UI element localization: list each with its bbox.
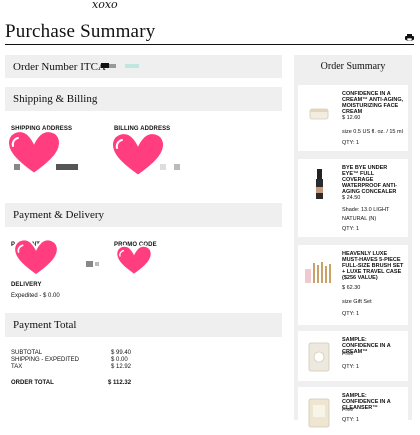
order-number-redacted bbox=[101, 63, 109, 68]
product-thumbnail bbox=[308, 342, 330, 372]
product-price: Free bbox=[342, 351, 354, 357]
order-total-value: $ 112.32 bbox=[108, 380, 132, 386]
product-size: size 0.5 US fl. oz. / 15 ml bbox=[342, 129, 403, 135]
order-item[interactable]: BYE BYE UNDER EYE™ FULL COVERAGE WATERPR… bbox=[298, 159, 408, 237]
order-summary-panel: Order Summary CONFIDENCE IN A CREAM™ ANT… bbox=[294, 55, 412, 428]
product-qty: QTY: 1 bbox=[342, 226, 360, 232]
address-redacted bbox=[56, 164, 78, 170]
product-qty: QTY: 1 bbox=[342, 311, 360, 317]
page-title: Purchase Summary bbox=[5, 21, 156, 42]
product-shade-cont: NATURAL (N) bbox=[342, 216, 377, 222]
order-item[interactable]: SAMPLE: CONFIDENCE IN A CLEANSER™ Free Q… bbox=[298, 387, 408, 428]
product-thumbnail bbox=[305, 262, 331, 283]
tax-label: TAX bbox=[11, 364, 23, 370]
order-number-redacted bbox=[125, 64, 139, 68]
product-shade: Shade: 13.0 LIGHT bbox=[342, 207, 390, 213]
product-qty: QTY: 1 bbox=[342, 140, 360, 146]
subtotal-label: SUBTOTAL bbox=[11, 350, 43, 356]
title-divider bbox=[5, 44, 414, 45]
product-thumbnail bbox=[308, 398, 330, 428]
payment-redacted bbox=[86, 261, 93, 267]
payment-delivery-title: Payment & Delivery bbox=[13, 209, 105, 221]
shipping-billing-title: Shipping & Billing bbox=[13, 93, 98, 105]
brand-logo[interactable]: xoxo bbox=[92, 0, 118, 11]
product-price: $ 12.60 bbox=[342, 115, 361, 121]
heart-sticker-icon bbox=[13, 238, 59, 277]
product-qty: QTY: 1 bbox=[342, 417, 360, 423]
shipping-cost-label: SHIPPING - EXPEDITED bbox=[11, 357, 80, 363]
order-summary-title: Order Summary bbox=[320, 61, 386, 72]
product-name[interactable]: CONFIDENCE IN A CREAM™ ANTI-AGING, MOIST… bbox=[342, 91, 404, 115]
order-item[interactable]: SAMPLE: CONFIDENCE IN A CREAM™ Free QTY:… bbox=[298, 331, 408, 381]
product-name[interactable]: HEAVENLY LUXE MUST-HAVES 5-PIECE FULL-SI… bbox=[342, 251, 404, 281]
product-name[interactable]: BYE BYE UNDER EYE™ FULL COVERAGE WATERPR… bbox=[342, 165, 404, 195]
heart-sticker-icon bbox=[6, 129, 62, 176]
product-price: $ 62.30 bbox=[342, 285, 361, 291]
subtotal-value: $ 99.40 bbox=[111, 350, 132, 356]
payment-total-title: Payment Total bbox=[13, 319, 77, 331]
delivery-label: DELIVERY bbox=[11, 282, 42, 288]
product-price: Free bbox=[342, 407, 354, 413]
product-size: size Gift Set bbox=[342, 299, 372, 305]
shipping-billing-header: Shipping & Billing bbox=[5, 87, 282, 111]
product-thumbnail bbox=[309, 108, 329, 120]
tax-value: $ 12.92 bbox=[111, 364, 132, 370]
delivery-value: Expedited - $ 0.00 bbox=[11, 293, 60, 299]
heart-sticker-icon bbox=[110, 131, 166, 178]
product-thumbnail bbox=[316, 169, 323, 199]
payment-delivery-header: Payment & Delivery bbox=[5, 203, 282, 227]
product-qty: QTY: 1 bbox=[342, 364, 360, 370]
heart-sticker-icon bbox=[115, 245, 153, 276]
order-number-bar: Order Number ITCA bbox=[5, 55, 282, 78]
payment-total-header: Payment Total bbox=[5, 313, 282, 337]
printer-icon[interactable] bbox=[405, 28, 414, 42]
address-redacted bbox=[14, 164, 20, 170]
order-total-label: ORDER TOTAL bbox=[11, 380, 54, 386]
payment-redacted bbox=[95, 262, 99, 266]
order-number-redacted bbox=[109, 64, 116, 68]
order-number-label: Order Number ITCA bbox=[13, 60, 106, 73]
shipping-cost-value: $ 0.00 bbox=[111, 357, 128, 363]
address-redacted bbox=[174, 164, 180, 170]
product-price: $ 24.50 bbox=[342, 195, 361, 201]
order-item[interactable]: HEAVENLY LUXE MUST-HAVES 5-PIECE FULL-SI… bbox=[298, 245, 408, 325]
address-redacted bbox=[160, 164, 166, 170]
order-item[interactable]: CONFIDENCE IN A CREAM™ ANTI-AGING, MOIST… bbox=[298, 85, 408, 151]
